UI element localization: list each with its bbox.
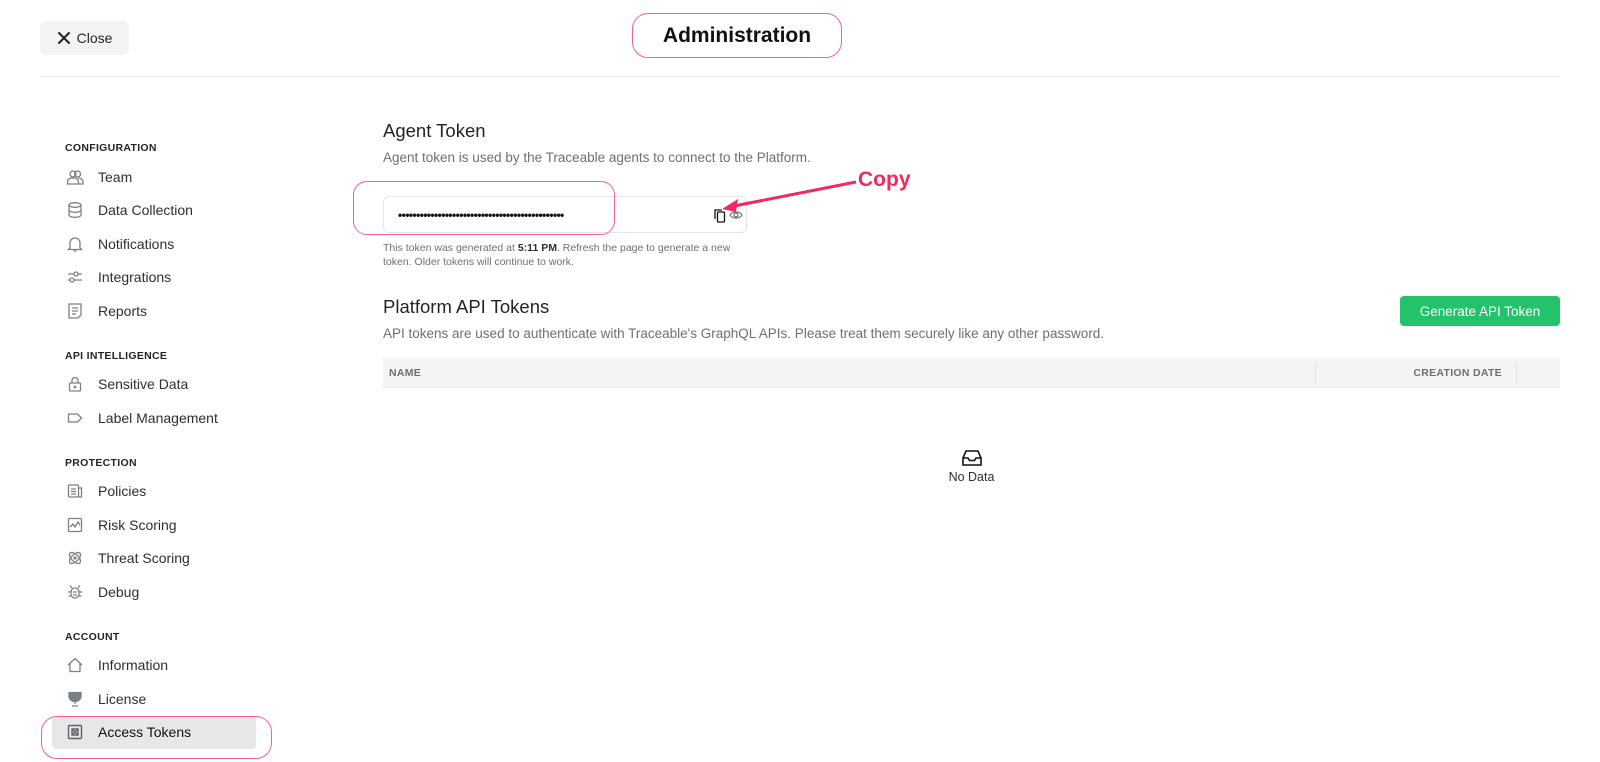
sidebar-item-debug[interactable]: Debug: [52, 575, 272, 609]
sidebar-item-label-management[interactable]: Label Management: [52, 401, 272, 435]
sidebar-item-label: Integrations: [98, 269, 172, 286]
sidebar-section-api-intelligence: API INTELLIGENCE Sensitive Data Label Ma…: [52, 348, 272, 435]
agent-token-field[interactable]: ••••••••••••••••••••••••••••••••••••••••…: [383, 196, 747, 233]
main-content: Agent Token Agent token is used by the T…: [353, 120, 1560, 484]
users-icon: [66, 170, 84, 185]
sidebar-item-label: Reports: [98, 302, 148, 319]
table-header: NAME CREATION DATE: [383, 358, 1560, 388]
home-icon: [67, 657, 83, 673]
column-divider[interactable]: [1315, 362, 1316, 384]
agent-token-section: Agent Token Agent token is used by the T…: [353, 120, 1560, 268]
api-tokens-section: Platform API Tokens API tokens are used …: [383, 296, 1560, 484]
section-label: PROTECTION: [65, 456, 137, 469]
database-icon: [68, 202, 82, 219]
sidebar-item-sensitive-data[interactable]: Sensitive Data: [52, 368, 272, 402]
sidebar-item-label: License: [98, 690, 147, 707]
sidebar-item-label: Notifications: [98, 235, 175, 252]
sidebar-item-license[interactable]: License: [52, 682, 272, 716]
sidebar-item-label: Label Management: [98, 409, 218, 426]
sidebar: CONFIGURATION Team Data Collection Notif…: [52, 140, 272, 762]
api-tokens-title: Platform API Tokens: [383, 296, 550, 317]
api-tokens-description: API tokens are used to authenticate with…: [383, 326, 1104, 341]
annotation-arrow: [722, 180, 857, 212]
sidebar-item-policies[interactable]: Policies: [52, 475, 272, 509]
agent-token-description: Agent token is used by the Traceable age…: [383, 150, 811, 165]
section-label: API INTELLIGENCE: [65, 349, 168, 362]
header-divider: [40, 76, 1560, 77]
sidebar-item-label: Information: [98, 657, 169, 674]
sliders-icon: [68, 271, 82, 283]
pulse-chart-icon: [67, 517, 83, 532]
bug-icon: [68, 584, 82, 599]
sidebar-item-data-collection[interactable]: Data Collection: [52, 194, 272, 228]
sidebar-section-configuration: CONFIGURATION Team Data Collection Notif…: [52, 140, 272, 328]
sidebar-item-risk-scoring[interactable]: Risk Scoring: [52, 508, 272, 542]
section-label: CONFIGURATION: [65, 142, 157, 154]
sidebar-item-label: Risk Scoring: [98, 516, 177, 533]
generate-api-token-button[interactable]: Generate API Token: [1400, 296, 1560, 326]
sidebar-item-information[interactable]: Information: [52, 649, 272, 683]
trophy-icon: [68, 691, 82, 707]
sidebar-item-label: Threat Scoring: [98, 550, 190, 567]
sidebar-item-threat-scoring[interactable]: Threat Scoring: [52, 542, 272, 576]
token-icon: [67, 725, 83, 740]
lock-icon: [68, 377, 82, 392]
sidebar-item-access-tokens[interactable]: Access Tokens: [52, 715, 256, 749]
sidebar-section-account: ACCOUNT Information License Access Token…: [52, 629, 272, 749]
sidebar-item-team[interactable]: Team: [52, 160, 272, 194]
sidebar-item-reports[interactable]: Reports: [52, 294, 272, 328]
note-time: 5:11 PM: [517, 242, 557, 254]
section-label: ACCOUNT: [65, 630, 120, 643]
tag-icon: [67, 413, 83, 423]
close-button[interactable]: Close: [40, 21, 129, 55]
sidebar-item-notifications[interactable]: Notifications: [52, 227, 272, 261]
agent-token-note: This token was generated at 5:11 PM. Ref…: [383, 241, 753, 269]
bell-icon: [66, 237, 84, 252]
api-tokens-table: NAME CREATION DATE No Data: [383, 358, 1560, 484]
note-text: This token was generated at: [383, 242, 518, 254]
sidebar-item-label: Policies: [98, 483, 147, 500]
sidebar-section-protection: PROTECTION Policies Risk Scoring Threat …: [52, 455, 272, 609]
empty-state: No Data: [383, 448, 1560, 484]
sidebar-item-label: Sensitive Data: [98, 376, 189, 393]
atom-icon: [68, 552, 82, 565]
column-header-creation-date[interactable]: CREATION DATE: [1413, 367, 1502, 379]
report-icon: [68, 303, 82, 319]
inbox-icon: [961, 450, 982, 466]
close-icon: [57, 32, 70, 44]
annotation-label: Copy: [858, 168, 911, 191]
agent-token-value: ••••••••••••••••••••••••••••••••••••••••…: [398, 207, 564, 222]
close-label: Close: [76, 30, 113, 46]
sidebar-item-label: Debug: [98, 583, 140, 600]
agent-token-title: Agent Token: [383, 120, 486, 141]
sidebar-item-label: Team: [98, 168, 133, 185]
policy-icon: [67, 484, 83, 498]
column-header-name[interactable]: NAME: [389, 367, 421, 379]
sidebar-item-integrations[interactable]: Integrations: [52, 261, 272, 295]
page-title: Administration: [632, 13, 842, 58]
sidebar-item-label: Data Collection: [98, 202, 193, 219]
empty-state-text: No Data: [948, 470, 995, 484]
sidebar-item-label: Access Tokens: [98, 724, 192, 741]
column-divider[interactable]: [1516, 362, 1517, 384]
